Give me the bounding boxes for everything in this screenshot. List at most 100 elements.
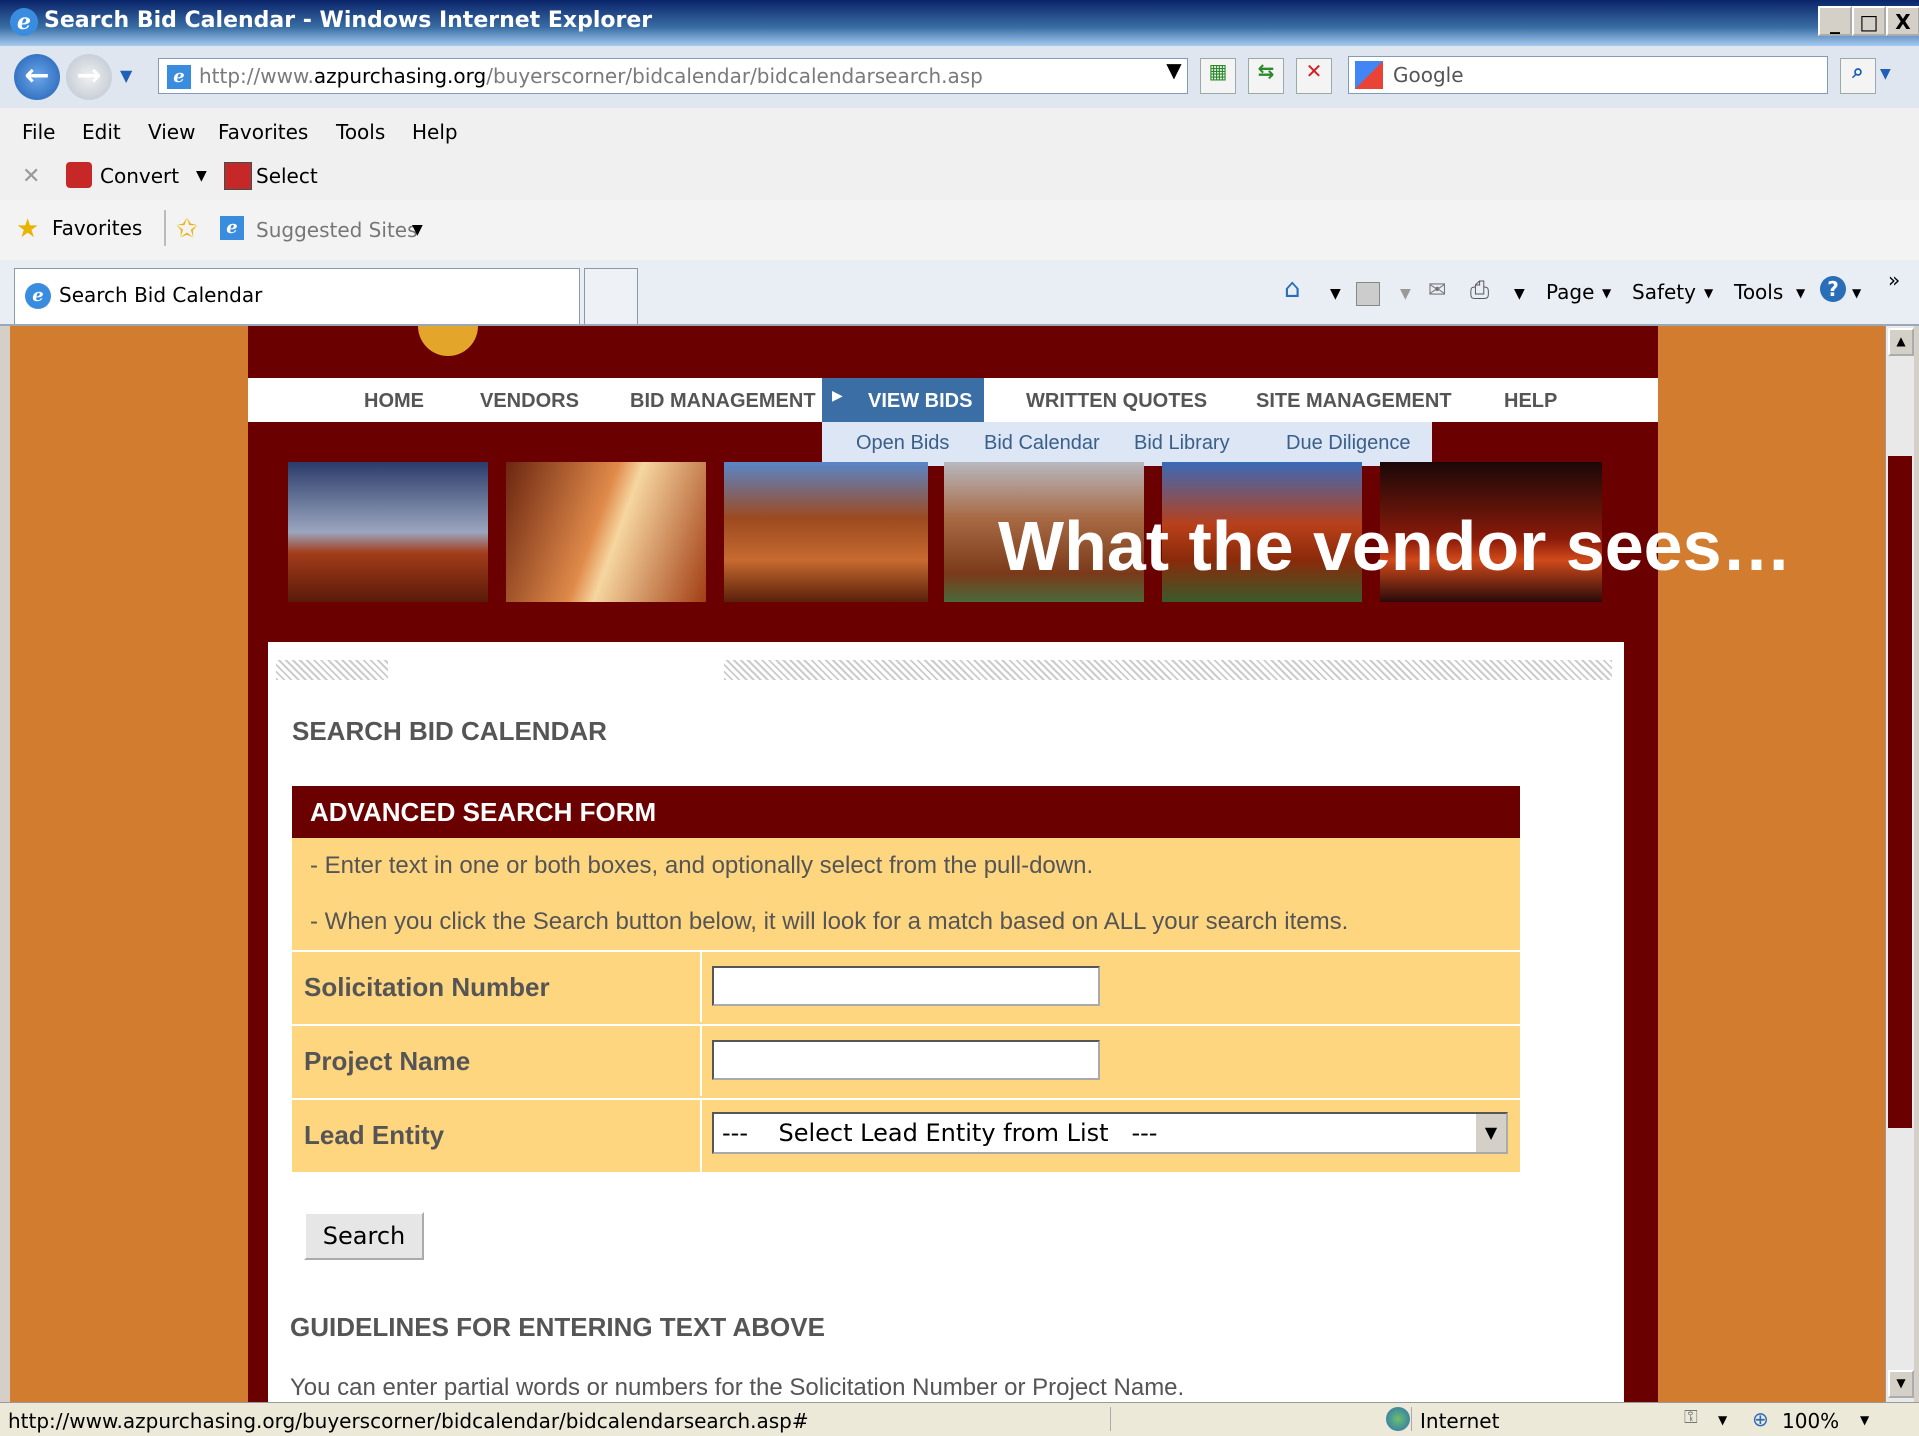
- menu-bar: File Edit View Favorites Tools Help: [0, 108, 1919, 156]
- menu-favorites[interactable]: Favorites: [218, 120, 308, 144]
- feeds-icon[interactable]: [1356, 282, 1380, 306]
- security-zone: Internet: [1420, 1409, 1500, 1433]
- submenu-bid-library[interactable]: Bid Library: [1134, 432, 1230, 455]
- view-bids-submenu: Open Bids Bid Calendar Bid Library Due D…: [822, 422, 1432, 466]
- zoom-level[interactable]: 100%: [1782, 1409, 1839, 1433]
- tools-menu[interactable]: Tools: [1734, 280, 1783, 304]
- suggested-sites-chevron-icon[interactable]: ▼: [412, 222, 423, 238]
- nav-vendors[interactable]: VENDORS: [480, 390, 579, 413]
- recent-pages-chevron-icon[interactable]: ▼: [120, 66, 132, 85]
- protected-mode-dropdown-icon[interactable]: ▼: [1718, 1413, 1727, 1427]
- zoom-dropdown-icon[interactable]: ▼: [1860, 1413, 1869, 1427]
- compatibility-view-icon[interactable]: ▦: [1200, 58, 1236, 94]
- favorites-divider: [164, 210, 166, 246]
- suggested-sites-link[interactable]: Suggested Sites: [256, 218, 418, 242]
- url-domain: azpurchasing.org: [313, 64, 487, 88]
- menu-help[interactable]: Help: [412, 120, 458, 144]
- nav-written-quotes[interactable]: WRITTEN QUOTES: [1026, 390, 1207, 413]
- minimize-button[interactable]: _: [1818, 6, 1852, 36]
- add-favorite-icon[interactable]: ✩: [176, 214, 198, 244]
- vertical-scrollbar[interactable]: ▲ ▼: [1885, 326, 1914, 1402]
- page-menu-chevron-icon: ▼: [1602, 286, 1612, 300]
- select-button[interactable]: Select: [256, 164, 318, 188]
- close-toolbar-icon[interactable]: ✕: [22, 164, 40, 189]
- tab-title: Search Bid Calendar: [59, 283, 263, 307]
- help-dropdown-icon[interactable]: ▼: [1852, 286, 1861, 300]
- scroll-down-arrow-icon[interactable]: ▼: [1888, 1370, 1914, 1398]
- nav-view-bids[interactable]: ▶ VIEW BIDS: [822, 378, 984, 422]
- stop-icon[interactable]: ✕: [1296, 58, 1332, 94]
- lead-entity-select[interactable]: --- Select Lead Entity from List --- ▼: [712, 1112, 1508, 1154]
- nav-site-management[interactable]: SITE MANAGEMENT: [1256, 390, 1452, 413]
- close-button[interactable]: X: [1886, 6, 1919, 36]
- banner-photo-antelope-canyon: [506, 462, 706, 602]
- search-magnifier-icon[interactable]: ⌕: [1840, 58, 1876, 94]
- menu-file[interactable]: File: [22, 120, 55, 144]
- nav-help[interactable]: HELP: [1504, 390, 1557, 413]
- help-icon[interactable]: ?: [1820, 276, 1846, 302]
- safety-menu[interactable]: Safety: [1632, 280, 1696, 304]
- nav-view-bids-label: VIEW BIDS: [868, 390, 973, 412]
- new-tab-button[interactable]: [584, 268, 638, 324]
- page-menu[interactable]: Page: [1546, 280, 1594, 304]
- search-input[interactable]: Google: [1348, 56, 1828, 94]
- print-icon[interactable]: ⎙: [1470, 276, 1489, 304]
- window-title-bar: e Search Bid Calendar - Windows Internet…: [0, 0, 1919, 46]
- convert-button[interactable]: Convert: [100, 164, 179, 188]
- convert-dropdown-icon[interactable]: ▼: [196, 168, 207, 184]
- internet-zone-icon: [1386, 1407, 1410, 1431]
- nav-bid-management[interactable]: BID MANAGEMENT: [630, 390, 816, 413]
- url-prefix: http://www.: [199, 64, 314, 88]
- decorative-hatch-left: [276, 660, 388, 680]
- back-arrow-icon[interactable]: ←: [14, 54, 60, 100]
- print-dropdown-icon[interactable]: ▼: [1514, 286, 1525, 302]
- url-field[interactable]: e http://www.azpurchasing.org/buyerscorn…: [158, 58, 1188, 94]
- menu-edit[interactable]: Edit: [82, 120, 121, 144]
- search-options-chevron-icon[interactable]: ▼: [1880, 66, 1891, 82]
- nav-home[interactable]: HOME: [364, 390, 424, 413]
- project-name-input[interactable]: [712, 1040, 1100, 1080]
- url-path: /buyerscorner/bidcalendar/bidcalendarsea…: [486, 64, 983, 88]
- safety-menu-chevron-icon: ▼: [1704, 286, 1714, 300]
- guidelines-text: You can enter partial words or numbers f…: [290, 1374, 1185, 1401]
- scroll-up-arrow-icon[interactable]: ▲: [1888, 328, 1914, 356]
- tab-row: e Search Bid Calendar ⌂ ▼ ▼ ✉ ⎙ ▼ Page ▼…: [0, 260, 1919, 326]
- solicitation-label: Solicitation Number: [304, 972, 550, 1002]
- form-instruction-1: - Enter text in one or both boxes, and o…: [310, 852, 1094, 879]
- select-pdf-icon: [224, 162, 252, 190]
- submenu-open-bids[interactable]: Open Bids: [856, 432, 949, 455]
- main-content: SEARCH BID CALENDAR ADVANCED SEARCH FORM…: [268, 642, 1624, 1402]
- status-panels: [1110, 1407, 1412, 1431]
- address-bar: ← → ▼ e http://www.azpurchasing.org/buye…: [0, 46, 1919, 108]
- protected-mode-icon[interactable]: ⚿: [1684, 1407, 1698, 1428]
- zoom-icon[interactable]: ⊕: [1752, 1407, 1769, 1431]
- scroll-thumb[interactable]: [1888, 456, 1912, 1128]
- menu-view[interactable]: View: [148, 120, 195, 144]
- feeds-dropdown-icon[interactable]: ▼: [1400, 286, 1411, 302]
- submenu-due-diligence[interactable]: Due Diligence: [1286, 432, 1411, 455]
- page-viewport: HOME VENDORS BID MANAGEMENT ▶ VIEW BIDS …: [10, 326, 1885, 1402]
- suggested-sites-icon: e: [220, 216, 244, 240]
- submenu-bid-calendar[interactable]: Bid Calendar: [984, 432, 1100, 455]
- forward-arrow-icon[interactable]: →: [66, 54, 112, 100]
- search-button[interactable]: Search: [304, 1212, 424, 1260]
- toolbar-overflow-icon[interactable]: »: [1888, 268, 1900, 292]
- refresh-icon[interactable]: ⇆: [1248, 58, 1284, 94]
- form-title: ADVANCED SEARCH FORM: [292, 786, 1520, 838]
- maximize-button[interactable]: □: [1852, 6, 1886, 36]
- favorites-button[interactable]: Favorites: [52, 216, 142, 240]
- project-row: Project Name: [292, 1024, 1520, 1096]
- mail-icon[interactable]: ✉: [1428, 278, 1446, 303]
- url-dropdown-icon[interactable]: ▼: [1156, 58, 1192, 94]
- nav-active-arrow-icon: ▶: [832, 388, 843, 404]
- overlay-caption: What the vendor sees…: [998, 507, 1792, 585]
- home-icon[interactable]: ⌂: [1284, 274, 1301, 304]
- status-bar: http://www.azpurchasing.org/buyerscorner…: [0, 1402, 1919, 1436]
- home-dropdown-icon[interactable]: ▼: [1330, 286, 1341, 302]
- banner-photo-monument-valley: [288, 462, 488, 602]
- menu-tools[interactable]: Tools: [336, 120, 385, 144]
- page-title: SEARCH BID CALENDAR: [292, 716, 607, 746]
- banner-photo-canyon-cliff: [724, 462, 928, 602]
- solicitation-number-input[interactable]: [712, 966, 1100, 1006]
- tab-search-bid-calendar[interactable]: e Search Bid Calendar: [14, 268, 580, 324]
